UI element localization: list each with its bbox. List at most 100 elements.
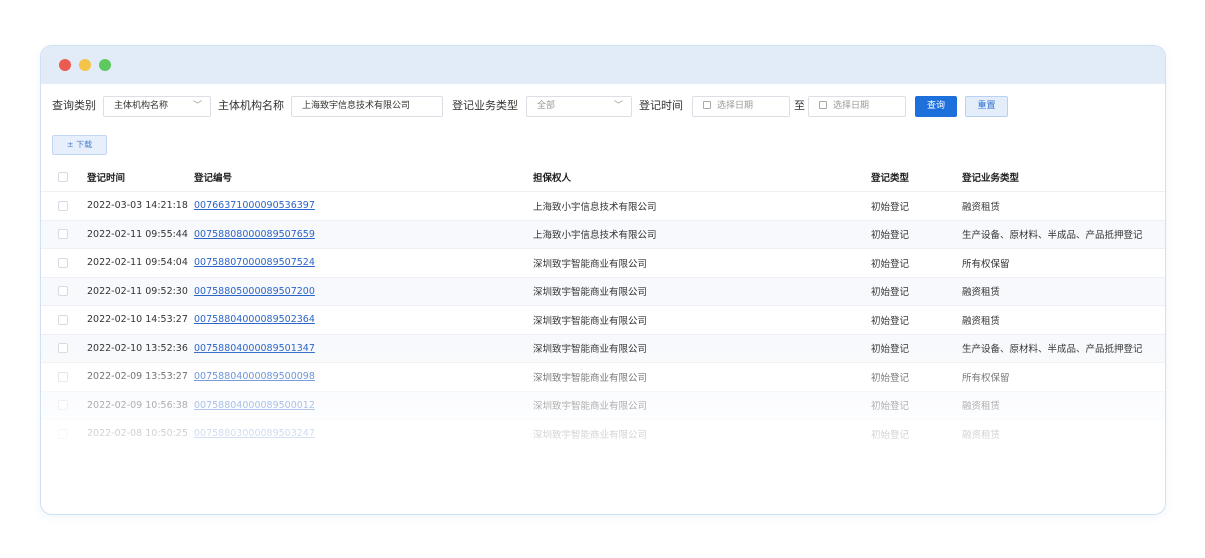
row-secured-party: 上海致小宇信息技术有限公司 xyxy=(533,230,657,242)
close-window-button[interactable] xyxy=(59,59,71,71)
row-business-type: 生产设备、原材料、半成品、产品抵押登记 xyxy=(962,230,1143,242)
row-secured-party: 深圳致宇智能商业有限公司 xyxy=(533,344,648,356)
row-reg-time: 2022-02-10 14:53:27 xyxy=(87,314,188,326)
row-business-type: 融资租赁 xyxy=(962,287,1001,299)
row-secured-party: 深圳致宇智能商业有限公司 xyxy=(533,372,648,384)
minimize-window-button[interactable] xyxy=(79,59,91,71)
row-secured-party: 深圳致宇智能商业有限公司 xyxy=(533,287,648,299)
row-reg-type: 初始登记 xyxy=(871,429,910,441)
maximize-window-button[interactable] xyxy=(99,59,111,71)
business-type-select[interactable]: 全部 ﹀ xyxy=(526,96,632,117)
table-row[interactable]: 2022-02-09 10:56:38 00758804000089500012 深… xyxy=(41,391,1165,420)
row-checkbox[interactable] xyxy=(58,286,68,297)
app-window: 查询类别 主体机构名称 ﹀ 主体机构名称 上海致宇信息技术有限公司 登记业务类型… xyxy=(40,45,1166,515)
table-row[interactable]: 2022-03-03 14:21:18 00766371000090536397 上… xyxy=(41,191,1165,221)
window-titlebar xyxy=(41,46,1165,84)
table-row[interactable]: 2022-02-11 09:52:30 00758805000089507200 深… xyxy=(41,277,1165,306)
entity-name-input[interactable]: 上海致宇信息技术有限公司 xyxy=(291,96,443,117)
row-secured-party: 深圳致宇智能商业有限公司 xyxy=(533,429,648,441)
table-row[interactable]: 2022-02-10 14:53:27 00758804000089502364 深… xyxy=(41,305,1165,335)
col-header-business-type: 登记业务类型 xyxy=(962,163,1165,192)
row-reg-number-link[interactable]: 00766371000090536397 xyxy=(194,200,315,211)
row-reg-number-link[interactable]: 00758804000089502364 xyxy=(194,314,315,325)
col-header-reg-type: 登记类型 xyxy=(871,163,962,192)
col-header-reg-time: 登记时间 xyxy=(87,163,194,192)
col-header-reg-number: 登记编号 xyxy=(194,163,533,192)
row-business-type: 所有权保留 xyxy=(962,258,1010,270)
query-type-value: 主体机构名称 xyxy=(114,101,169,111)
row-reg-time: 2022-02-10 13:52:36 xyxy=(87,342,188,354)
entity-name-label: 主体机构名称 xyxy=(218,99,284,112)
start-date-placeholder: 选择日期 xyxy=(717,101,754,111)
query-type-label: 查询类别 xyxy=(52,99,96,112)
reg-time-label: 登记时间 xyxy=(639,99,683,112)
end-date-placeholder: 选择日期 xyxy=(833,101,870,111)
end-date-picker[interactable]: 选择日期 xyxy=(808,96,906,117)
row-reg-type: 初始登记 xyxy=(871,315,910,327)
row-reg-type: 初始登记 xyxy=(871,258,910,270)
start-date-picker[interactable]: 选择日期 xyxy=(692,96,790,117)
row-secured-party: 深圳致宇智能商业有限公司 xyxy=(533,315,648,327)
row-reg-number-link[interactable]: 00758807000089507524 xyxy=(194,257,315,268)
row-business-type: 融资租赁 xyxy=(962,201,1001,213)
table-toolbar: ± 下载 xyxy=(41,128,1165,162)
calendar-icon xyxy=(819,101,827,109)
query-type-select[interactable]: 主体机构名称 ﹀ xyxy=(103,96,211,117)
row-reg-time: 2022-02-08 10:50:25 xyxy=(87,428,188,440)
select-all-checkbox[interactable] xyxy=(58,172,68,182)
chevron-down-icon: ﹀ xyxy=(613,101,623,111)
query-button[interactable]: 查询 xyxy=(915,96,957,117)
registration-table: 登记时间 登记编号 担保权人 登记类型 登记业务类型 2022-03-03 14… xyxy=(41,163,1165,449)
col-header-secured-party: 担保权人 xyxy=(533,163,871,192)
row-secured-party: 深圳致宇智能商业有限公司 xyxy=(533,401,648,413)
row-secured-party: 深圳致宇智能商业有限公司 xyxy=(533,258,648,270)
row-reg-time: 2022-03-03 14:21:18 xyxy=(87,200,188,212)
row-checkbox[interactable] xyxy=(58,400,68,411)
row-checkbox[interactable] xyxy=(58,371,68,382)
row-checkbox[interactable] xyxy=(58,257,68,268)
row-reg-time: 2022-02-11 09:54:04 xyxy=(87,257,188,269)
row-checkbox[interactable] xyxy=(58,343,68,354)
row-business-type: 生产设备、原材料、半成品、产品抵押登记 xyxy=(962,344,1143,356)
table-row[interactable]: 2022-02-11 09:55:44 00758808000089507659 上… xyxy=(41,220,1165,249)
download-button[interactable]: ± 下载 xyxy=(52,135,107,155)
row-reg-number-link[interactable]: 00758805000089507200 xyxy=(194,286,315,297)
row-reg-type: 初始登记 xyxy=(871,201,910,213)
row-secured-party: 上海致小宇信息技术有限公司 xyxy=(533,201,657,213)
row-reg-number-link[interactable]: 00758808000089507659 xyxy=(194,229,315,240)
row-business-type: 融资租赁 xyxy=(962,429,1001,441)
chevron-down-icon: ﹀ xyxy=(192,101,202,111)
table-row[interactable]: 2022-02-08 10:50:25 00758803000089503247 深… xyxy=(41,419,1165,449)
row-reg-number-link[interactable]: 00758804000089500012 xyxy=(194,400,315,411)
row-business-type: 融资租赁 xyxy=(962,401,1001,413)
calendar-icon xyxy=(703,101,711,109)
row-reg-number-link[interactable]: 00758804000089501347 xyxy=(194,343,315,354)
row-reg-type: 初始登记 xyxy=(871,287,910,299)
row-reg-type: 初始登记 xyxy=(871,401,910,413)
reset-button[interactable]: 重置 xyxy=(965,96,1008,117)
row-reg-type: 初始登记 xyxy=(871,230,910,242)
row-reg-number-link[interactable]: 00758804000089500098 xyxy=(194,371,315,382)
to-label: 至 xyxy=(794,99,805,112)
business-type-value: 全部 xyxy=(537,101,556,111)
table-header-row: 登记时间 登记编号 担保权人 登记类型 登记业务类型 xyxy=(41,163,1165,192)
table-row[interactable]: 2022-02-11 09:54:04 00758807000089507524 深… xyxy=(41,248,1165,278)
business-type-label: 登记业务类型 xyxy=(452,99,518,112)
row-reg-number-link[interactable]: 00758803000089503247 xyxy=(194,428,315,439)
entity-name-value: 上海致宇信息技术有限公司 xyxy=(302,101,411,111)
row-reg-time: 2022-02-09 13:53:27 xyxy=(87,371,188,383)
row-reg-type: 初始登记 xyxy=(871,372,910,384)
row-checkbox[interactable] xyxy=(58,229,68,240)
filter-bar: 查询类别 主体机构名称 ﹀ 主体机构名称 上海致宇信息技术有限公司 登记业务类型… xyxy=(41,88,1165,122)
row-checkbox[interactable] xyxy=(58,200,68,211)
table-row[interactable]: 2022-02-09 13:53:27 00758804000089500098 深… xyxy=(41,362,1165,392)
row-checkbox[interactable] xyxy=(58,314,68,325)
row-reg-time: 2022-02-09 10:56:38 xyxy=(87,399,188,411)
row-business-type: 所有权保留 xyxy=(962,372,1010,384)
row-checkbox[interactable] xyxy=(58,428,68,439)
row-reg-type: 初始登记 xyxy=(871,344,910,356)
row-reg-time: 2022-02-11 09:52:30 xyxy=(87,285,188,297)
table-row[interactable]: 2022-02-10 13:52:36 00758804000089501347 深… xyxy=(41,334,1165,363)
row-business-type: 融资租赁 xyxy=(962,315,1001,327)
row-reg-time: 2022-02-11 09:55:44 xyxy=(87,228,188,240)
